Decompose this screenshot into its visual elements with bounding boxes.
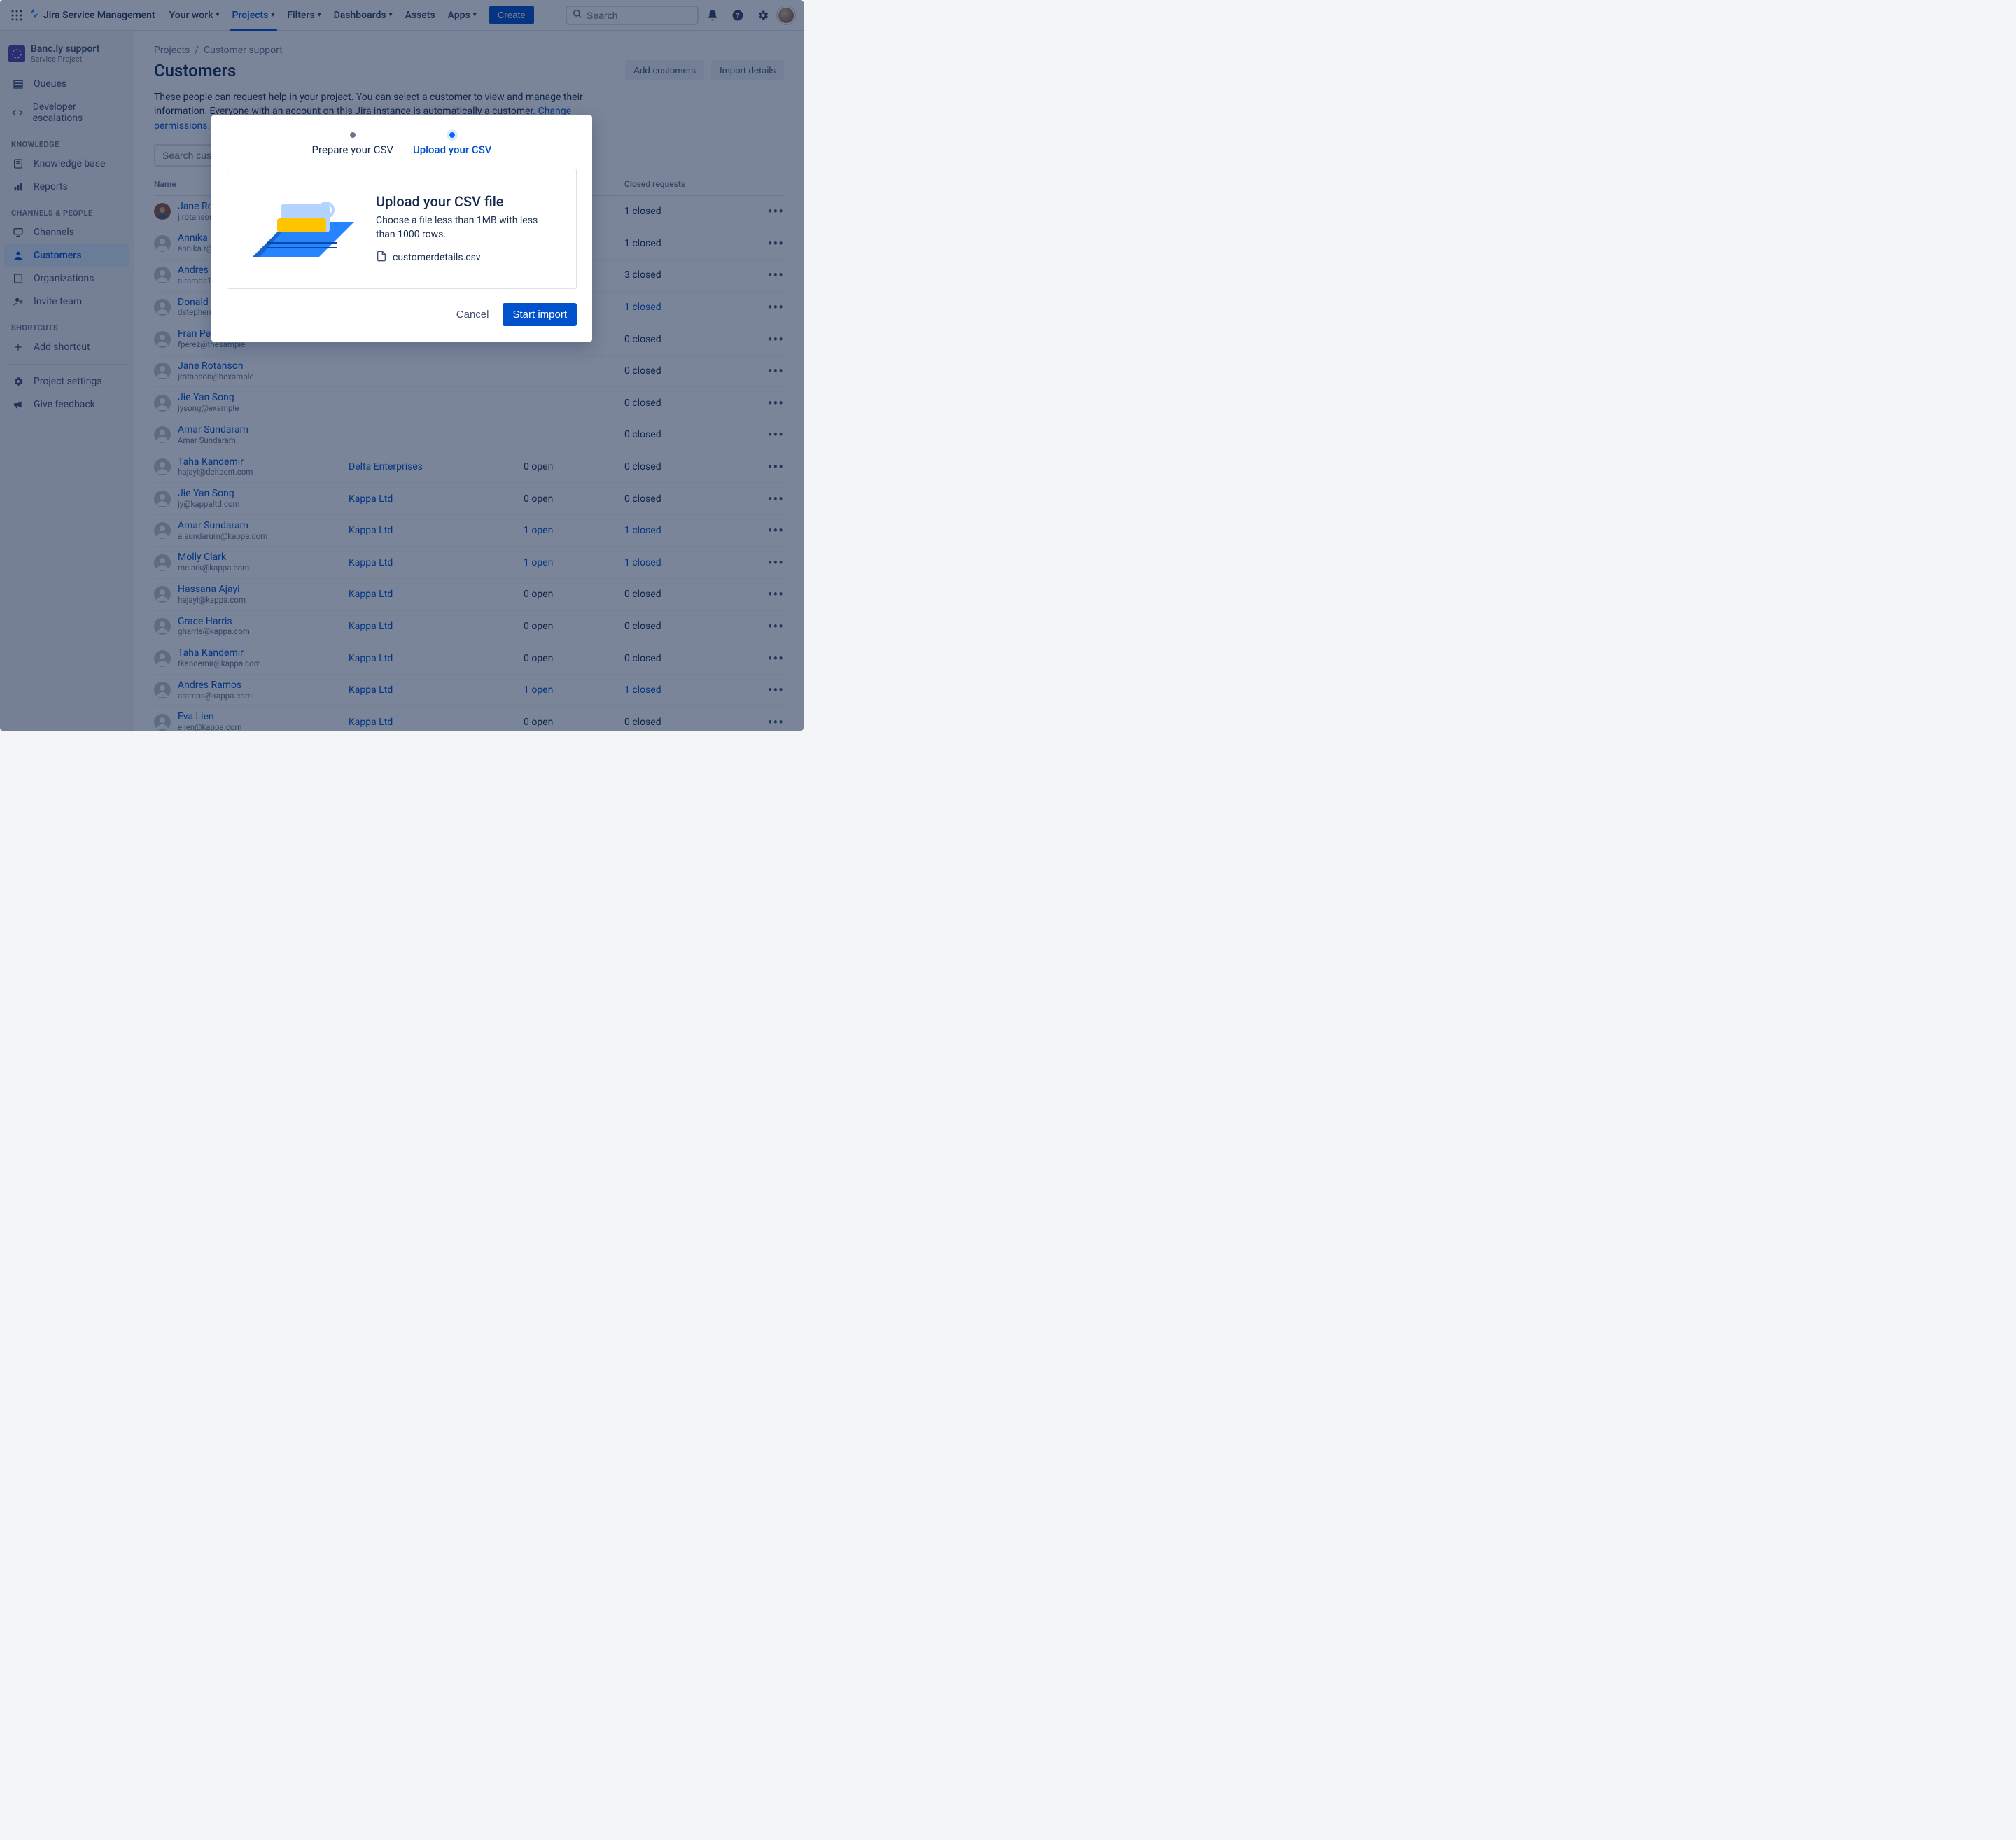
- upload-card: Upload your CSV file Choose a file less …: [227, 169, 577, 289]
- upload-description: Choose a file less than 1MB with less th…: [376, 214, 558, 241]
- step-prepare[interactable]: Prepare your CSV: [312, 132, 393, 156]
- file-name: customerdetails.csv: [393, 252, 481, 263]
- import-csv-modal: Prepare your CSV Upload your CSV Upload …: [211, 115, 592, 342]
- modal-backdrop[interactable]: [0, 0, 804, 731]
- file-icon: [376, 251, 387, 265]
- upload-title: Upload your CSV file: [376, 193, 558, 210]
- upload-illustration: [246, 190, 358, 267]
- step-upload[interactable]: Upload your CSV: [413, 132, 492, 156]
- step-dot-active-icon: [449, 132, 455, 138]
- cancel-button[interactable]: Cancel: [449, 303, 496, 326]
- selected-file[interactable]: customerdetails.csv: [376, 251, 558, 265]
- step-dot-icon: [350, 132, 356, 138]
- start-import-button[interactable]: Start import: [503, 303, 577, 326]
